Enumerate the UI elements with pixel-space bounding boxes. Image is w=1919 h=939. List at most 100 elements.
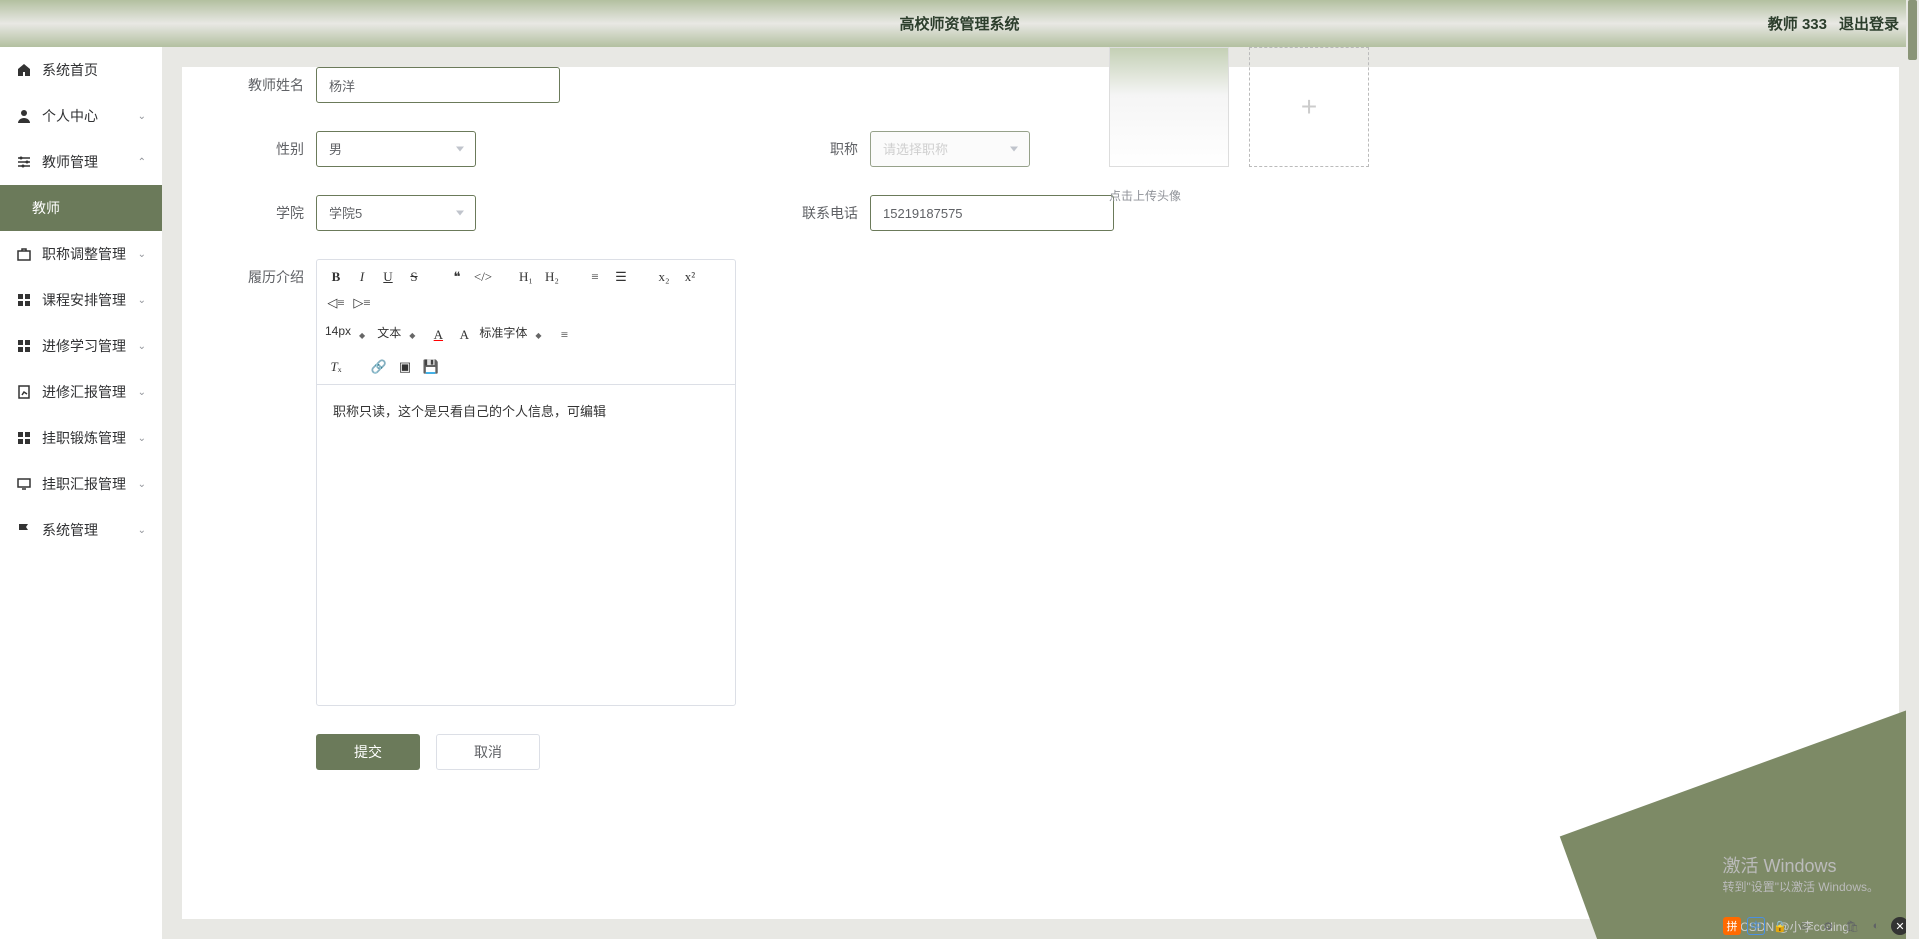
editor-toolbar: B I U S ❝ </> H₁ H₂ ≡ ☰ — [317, 260, 735, 385]
sidebar-item-label: 个人中心 — [42, 106, 98, 126]
bold-icon[interactable]: B — [325, 266, 347, 288]
font-color-icon[interactable]: A — [427, 324, 449, 346]
app-title: 高校师资管理系统 — [899, 13, 1019, 34]
ul-icon[interactable]: ☰ — [610, 266, 632, 288]
gender-label: 性别 — [222, 139, 304, 159]
sidebar-item-secondment[interactable]: 挂职锻炼管理 ⌄ — [0, 415, 162, 461]
code-icon[interactable]: </> — [472, 266, 494, 288]
cancel-button[interactable]: 取消 — [436, 734, 540, 770]
college-label: 学院 — [222, 203, 304, 223]
title-label: 职称 — [776, 139, 858, 159]
text-type-select[interactable]: 文本 — [377, 324, 405, 346]
case-icon — [16, 246, 32, 262]
upload-hint: 点击上传头像 — [1109, 187, 1181, 204]
chevron-down-icon: ⌄ — [138, 479, 146, 490]
save-icon[interactable]: 💾 — [420, 356, 442, 378]
sidebar-item-home[interactable]: 系统首页 — [0, 47, 162, 93]
shop-icon[interactable]: 🛍 — [1843, 917, 1861, 935]
college-select[interactable]: 学院5 — [316, 195, 476, 231]
font-family-select[interactable]: 标准字体 — [479, 324, 531, 346]
chevron-down-icon: ⌄ — [138, 525, 146, 536]
lock-icon[interactable]: 🔒 — [1771, 917, 1789, 935]
sup-icon[interactable]: x² — [679, 266, 701, 288]
resume-label: 履历介绍 — [222, 259, 304, 287]
sidebar-item-label: 课程安排管理 — [42, 290, 126, 310]
taskbar-icons: 拼 中 🔒 ☺ ⚙ 🛍 ◐ ✕ — [1723, 917, 1909, 935]
phone-label: 联系电话 — [776, 203, 858, 223]
flag-icon — [16, 522, 32, 538]
avatar-upload-button[interactable]: + — [1249, 47, 1369, 167]
logout-link[interactable]: 退出登录 — [1839, 13, 1899, 34]
chevron-down-icon: ⌄ — [138, 387, 146, 398]
sidebar-item-course[interactable]: 课程安排管理 ⌄ — [0, 277, 162, 323]
button-row: 提交 取消 — [316, 734, 1859, 770]
sidebar-item-label: 进修学习管理 — [42, 336, 126, 356]
chevron-down-icon: ⌄ — [138, 111, 146, 122]
chevron-down-icon: ⌄ — [138, 295, 146, 306]
user-icon — [16, 108, 32, 124]
ol-icon[interactable]: ≡ — [584, 266, 606, 288]
sidebar-item-label: 系统首页 — [42, 60, 98, 80]
chevron-down-icon: ⌄ — [138, 341, 146, 352]
sidebar-item-system[interactable]: 系统管理 ⌄ — [0, 507, 162, 553]
sidebar-item-title-adjust[interactable]: 职称调整管理 ⌄ — [0, 231, 162, 277]
sidebar-item-label: 职称调整管理 — [42, 244, 126, 264]
sidebar: 系统首页 个人中心 ⌄ 教师管理 ⌃ 教师 职称调整管理 ⌄ — [0, 47, 162, 939]
ime-icon[interactable]: 拼 — [1723, 917, 1741, 935]
outdent-icon[interactable]: ◁≡ — [325, 292, 347, 314]
sidebar-item-label: 挂职汇报管理 — [42, 474, 126, 494]
name-input[interactable] — [316, 67, 560, 103]
title-select: 请选择职称 — [870, 131, 1030, 167]
sidebar-item-secondment-report[interactable]: 挂职汇报管理 ⌄ — [0, 461, 162, 507]
smile-icon[interactable]: ☺ — [1795, 917, 1813, 935]
scrollbar[interactable] — [1906, 0, 1919, 939]
sidebar-item-profile[interactable]: 个人中心 ⌄ — [0, 93, 162, 139]
sidebar-item-label: 系统管理 — [42, 520, 98, 540]
home-icon — [16, 62, 32, 78]
sidebar-item-label: 教师 — [32, 198, 60, 218]
ime-mode-icon[interactable]: 中 — [1747, 917, 1765, 935]
align-icon[interactable]: ≡ — [554, 324, 576, 346]
indent-icon[interactable]: ▷≡ — [351, 292, 373, 314]
clear-format-icon[interactable]: Tₓ — [325, 356, 347, 378]
form-card: + 点击上传头像 教师姓名 性别 男 — [182, 67, 1899, 919]
sidebar-item-study[interactable]: 进修学习管理 ⌄ — [0, 323, 162, 369]
editor-content[interactable]: 职称只读，这个是只看自己的个人信息，可编辑 — [317, 385, 735, 705]
avatar-image[interactable] — [1109, 47, 1229, 167]
link-icon[interactable]: 🔗 — [368, 356, 390, 378]
quote-icon[interactable]: ❝ — [446, 266, 468, 288]
sidebar-item-label: 教师管理 — [42, 152, 98, 172]
strike-icon[interactable]: S — [403, 266, 425, 288]
tool-icon[interactable]: ⚙ — [1819, 917, 1837, 935]
sidebar-item-label: 挂职锻炼管理 — [42, 428, 126, 448]
sidebar-item-teacher-mgmt[interactable]: 教师管理 ⌃ — [0, 139, 162, 185]
chevron-up-icon: ⌃ — [138, 157, 146, 168]
name-label: 教师姓名 — [222, 75, 304, 95]
image-icon[interactable]: ▣ — [394, 356, 416, 378]
font-size-select[interactable]: 14px — [325, 324, 355, 346]
chevron-down-icon: ⌄ — [138, 249, 146, 260]
chevron-down-icon: ⌄ — [138, 433, 146, 444]
theme-icon[interactable]: ◐ — [1867, 917, 1885, 935]
adjust-icon — [16, 154, 32, 170]
sub-icon[interactable]: x₂ — [653, 266, 675, 288]
bg-color-icon[interactable]: A — [453, 324, 475, 346]
current-user[interactable]: 教师 333 — [1768, 13, 1827, 34]
scrollbar-thumb[interactable] — [1908, 0, 1917, 60]
sidebar-item-study-report[interactable]: 进修汇报管理 ⌄ — [0, 369, 162, 415]
header-right: 教师 333 退出登录 — [1768, 13, 1899, 34]
grid-icon — [16, 292, 32, 308]
rich-text-editor: B I U S ❝ </> H₁ H₂ ≡ ☰ — [316, 259, 736, 706]
sidebar-item-teacher[interactable]: 教师 — [0, 185, 162, 231]
gender-select[interactable]: 男 — [316, 131, 476, 167]
submit-button[interactable]: 提交 — [316, 734, 420, 770]
app-header: 高校师资管理系统 教师 333 退出登录 — [0, 0, 1919, 47]
phone-input[interactable] — [870, 195, 1114, 231]
italic-icon[interactable]: I — [351, 266, 373, 288]
monitor-icon — [16, 476, 32, 492]
grid-icon — [16, 430, 32, 446]
h2-icon[interactable]: H₂ — [541, 266, 563, 288]
underline-icon[interactable]: U — [377, 266, 399, 288]
h1-icon[interactable]: H₁ — [515, 266, 537, 288]
sidebar-item-label: 进修汇报管理 — [42, 382, 126, 402]
